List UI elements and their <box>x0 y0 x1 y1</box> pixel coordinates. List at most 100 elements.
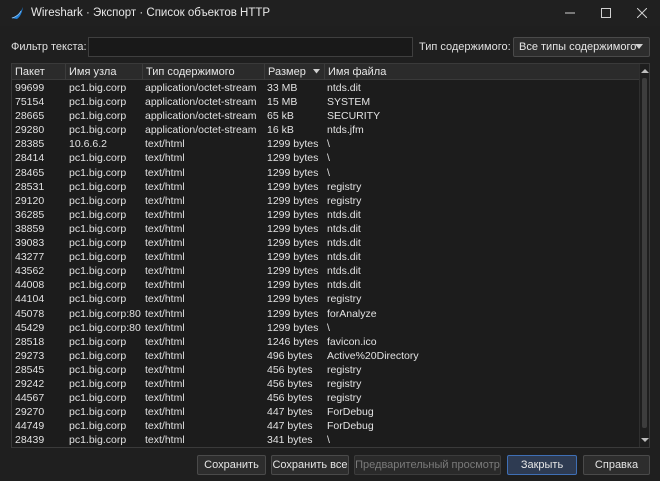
cell-hostname: pc1.big.corp <box>69 406 127 419</box>
table-row[interactable]: 29242 pc1.big.corp text/html 456 bytes regis… <box>12 377 640 391</box>
vertical-scrollbar[interactable] <box>639 64 649 447</box>
table-row[interactable]: 99699 pc1.big.corp application/octet-strea… <box>12 81 640 95</box>
cell-filename: ntds.dit <box>327 82 361 94</box>
cell-size: 1299 bytes <box>267 321 319 334</box>
save-all-button[interactable]: Сохранить все <box>271 455 349 475</box>
maximize-button[interactable] <box>588 0 624 26</box>
close-dialog-button[interactable]: Закрыть <box>507 455 577 475</box>
sort-descending-icon <box>313 69 320 74</box>
cell-hostname: pc1.big.corp <box>69 420 127 433</box>
window-title: Wireshark · Экспорт · Список объектов HT… <box>31 7 271 19</box>
text-filter-label: Фильтр текста: <box>11 41 87 53</box>
cell-filename: SECURITY <box>327 110 381 123</box>
table-row[interactable]: 38859 pc1.big.corp text/html 1299 bytes ntds… <box>12 222 640 236</box>
cell-size: 1299 bytes <box>267 138 319 151</box>
table-row[interactable]: 39083 pc1.big.corp text/html 1299 bytes ntds… <box>12 236 640 250</box>
cell-filename: ntds.dit <box>327 251 361 264</box>
table-row[interactable]: 44008 pc1.big.corp text/html 1299 bytes ntds… <box>12 278 640 292</box>
text-filter-input[interactable] <box>88 37 413 57</box>
table-row[interactable]: 44104 pc1.big.corp text/html 1299 bytes regi… <box>12 292 640 306</box>
cell-content-type: text/html <box>145 307 185 320</box>
dialog-buttons: Сохранить Сохранить все Предварительный … <box>0 455 660 475</box>
cell-size: 1299 bytes <box>267 307 319 320</box>
cell-size: 447 bytes <box>267 406 313 419</box>
cell-filename: \ <box>327 138 330 151</box>
cell-hostname: pc1.big.corp <box>69 194 127 207</box>
cell-filename: ntds.dit <box>327 279 361 292</box>
table-row[interactable]: 28385 10.6.6.2 text/html 1299 bytes \ <box>12 137 640 151</box>
column-content-type[interactable]: Тип содержимого <box>143 64 265 80</box>
cell-hostname: pc1.big.corp <box>69 237 127 250</box>
cell-packet: 28518 <box>15 335 45 348</box>
cell-size: 1299 bytes <box>267 293 319 306</box>
scroll-up-icon[interactable] <box>641 67 649 75</box>
cell-filename: registry <box>327 363 362 376</box>
help-button[interactable]: Справка <box>583 455 650 475</box>
cell-filename: forAnalyze <box>327 307 377 320</box>
cell-packet: 44567 <box>15 392 45 405</box>
preview-button[interactable]: Предварительный просмотр <box>354 455 501 475</box>
table-row[interactable]: 44567 pc1.big.corp text/html 456 bytes regis… <box>12 391 640 405</box>
cell-packet: 29280 <box>15 124 45 137</box>
cell-hostname: 10.6.6.2 <box>69 138 107 151</box>
cell-hostname: pc1.big.corp:80 <box>69 321 141 334</box>
content-type-value: Все типы содержимого <box>519 41 637 53</box>
cell-filename: registry <box>327 194 362 207</box>
table-row[interactable]: 28665 pc1.big.corp application/octet-strea… <box>12 109 640 123</box>
cell-filename: \ <box>327 166 330 179</box>
table-row[interactable]: 28465 pc1.big.corp text/html 1299 bytes \ <box>12 166 640 180</box>
cell-filename: registry <box>327 180 362 193</box>
table-row[interactable]: 45078 pc1.big.corp:80 text/html 1299 bytes f… <box>12 307 640 321</box>
cell-content-type: text/html <box>145 180 185 193</box>
cell-filename: \ <box>327 321 330 334</box>
cell-size: 1299 bytes <box>267 265 319 278</box>
scrollbar-thumb[interactable] <box>642 78 647 428</box>
cell-hostname: pc1.big.corp <box>69 363 127 376</box>
cell-hostname: pc1.big.corp <box>69 152 127 165</box>
cell-size: 1246 bytes <box>267 335 319 348</box>
cell-hostname: pc1.big.corp <box>69 180 127 193</box>
cell-size: 447 bytes <box>267 420 313 433</box>
cell-hostname: pc1.big.corp <box>69 208 127 221</box>
filter-row: Фильтр текста: Тип содержимого: Все типы… <box>0 35 660 59</box>
scroll-down-icon[interactable] <box>641 436 649 444</box>
table-row[interactable]: 28531 pc1.big.corp text/html 1299 bytes regi… <box>12 180 640 194</box>
table-row[interactable]: 29280 pc1.big.corp application/octet-strea… <box>12 123 640 137</box>
table-row[interactable]: 28414 pc1.big.corp text/html 1299 bytes \ <box>12 151 640 165</box>
table-row[interactable]: 29273 pc1.big.corp text/html 496 bytes Activ… <box>12 349 640 363</box>
column-size[interactable]: Размер <box>265 64 325 80</box>
cell-packet: 38859 <box>15 222 45 235</box>
column-hostname[interactable]: Имя узла <box>66 64 143 80</box>
cell-size: 1299 bytes <box>267 279 319 292</box>
cell-size: 1299 bytes <box>267 194 319 207</box>
table-row[interactable]: 28545 pc1.big.corp text/html 456 bytes regis… <box>12 363 640 377</box>
cell-size: 1299 bytes <box>267 237 319 250</box>
cell-packet: 29242 <box>15 377 45 390</box>
table-row[interactable]: 75154 pc1.big.corp application/octet-strea… <box>12 95 640 109</box>
title-bar: Wireshark · Экспорт · Список объектов HT… <box>0 0 660 26</box>
cell-content-type: text/html <box>145 321 185 334</box>
close-button[interactable] <box>624 0 660 26</box>
column-packet[interactable]: Пакет <box>12 64 66 80</box>
table-row[interactable]: 29120 pc1.big.corp text/html 1299 bytes regi… <box>12 194 640 208</box>
table-row[interactable]: 36285 pc1.big.corp text/html 1299 bytes ntds… <box>12 208 640 222</box>
content-type-select[interactable]: Все типы содержимого <box>513 37 650 57</box>
cell-hostname: pc1.big.corp <box>69 124 127 137</box>
cell-packet: 28465 <box>15 166 45 179</box>
cell-hostname: pc1.big.corp <box>69 392 127 405</box>
cell-packet: 44749 <box>15 420 45 433</box>
table-row[interactable]: 29270 pc1.big.corp text/html 447 bytes ForDe… <box>12 405 640 419</box>
table-row[interactable]: 43562 pc1.big.corp text/html 1299 bytes ntds… <box>12 264 640 278</box>
cell-packet: 45429 <box>15 321 45 334</box>
table-row[interactable]: 44749 pc1.big.corp text/html 447 bytes ForDe… <box>12 419 640 433</box>
table-row[interactable]: 28439 pc1.big.corp text/html 341 bytes \ <box>12 433 640 447</box>
minimize-button[interactable] <box>552 0 588 26</box>
table-row[interactable]: 43277 pc1.big.corp text/html 1299 bytes ntds… <box>12 250 640 264</box>
table-row[interactable]: 45429 pc1.big.corp:80 text/html 1299 bytes \ <box>12 321 640 335</box>
cell-filename: \ <box>327 152 330 165</box>
table-row[interactable]: 28518 pc1.big.corp text/html 1246 bytes favi… <box>12 335 640 349</box>
column-filename[interactable]: Имя файла <box>325 64 640 80</box>
cell-packet: 75154 <box>15 96 45 109</box>
save-button[interactable]: Сохранить <box>197 455 266 475</box>
cell-size: 33 MB <box>267 82 298 94</box>
